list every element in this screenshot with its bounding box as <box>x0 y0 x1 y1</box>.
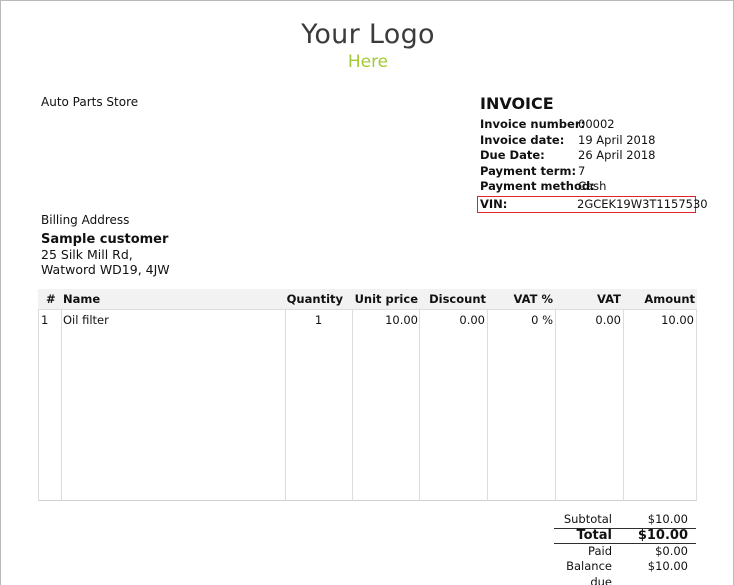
invoice-date-row: Invoice date: 19 April 2018 <box>480 133 700 149</box>
invoice-title: INVOICE <box>480 94 554 113</box>
payment-method-label: Payment method: <box>480 179 595 193</box>
invoice-details: INVOICE Invoice number: 00002 Invoice da… <box>477 94 708 213</box>
company-name: Auto Parts Store <box>41 95 139 109</box>
payment-method-row: Payment method: Cash <box>480 179 700 195</box>
row-number: 1 <box>41 313 49 327</box>
logo-sub-text: Here <box>347 52 389 72</box>
payment-term-label: Payment term: <box>480 163 577 178</box>
row-vat: 0.00 <box>595 313 621 327</box>
row-vat-percent: 0 % <box>531 313 553 327</box>
header-unit-price: Unit price <box>354 292 418 306</box>
column-divider <box>285 310 286 501</box>
balance-due-value: $10.00 <box>647 559 688 573</box>
items-table: # Name Quantity Unit price Discount VAT … <box>38 289 697 501</box>
table-border-right <box>696 310 697 501</box>
totals-block: Subtotal $10.00 Total $10.00 Paid $0.00 … <box>554 512 696 585</box>
column-divider <box>352 310 353 501</box>
vin-value: 2GCEK19W3T1157530 <box>577 196 708 211</box>
customer-name: Sample customer <box>41 232 169 247</box>
invoice-number-row: Invoice number: 00002 <box>480 117 700 133</box>
column-divider <box>623 310 624 501</box>
vin-label: VIN: <box>480 196 508 211</box>
header-amount: Amount <box>644 292 695 306</box>
invoice-date-value: 19 April 2018 <box>578 132 656 147</box>
header-name: Name <box>63 292 101 306</box>
table-border-left <box>38 310 39 501</box>
paid-value: $0.00 <box>655 543 688 558</box>
subtotal-value: $10.00 <box>647 512 688 526</box>
due-date-row: Due Date: 26 April 2018 <box>480 148 700 164</box>
row-quantity: 1 <box>314 313 323 327</box>
billing-address: Billing Address Sample customer 25 Silk … <box>41 212 170 277</box>
address-line-2: Watword WD19, 4JW <box>41 262 170 277</box>
logo-main-text: Your Logo <box>301 19 435 50</box>
address-line-1: 25 Silk Mill Rd, <box>41 247 133 262</box>
header-vat-percent: VAT % <box>513 292 554 306</box>
total-value: $10.00 <box>637 527 688 543</box>
payment-method-value: Cash <box>578 179 607 193</box>
column-divider <box>419 310 420 501</box>
paid-label: Paid <box>588 543 612 558</box>
column-divider <box>61 310 62 501</box>
row-amount: 10.00 <box>661 313 694 327</box>
due-date-label: Due Date: <box>480 148 545 162</box>
invoice-page: Your Logo Here Auto Parts Store INVOICE … <box>0 0 734 585</box>
payment-term-value: 7 <box>578 163 586 178</box>
header-discount: Discount <box>429 292 486 306</box>
subtotal-label: Subtotal <box>563 512 612 526</box>
balance-due-row: Balance due $10.00 <box>554 559 696 585</box>
vin-row-highlighted: VIN: 2GCEK19W3T1157530 <box>477 195 708 213</box>
row-discount: 0.00 <box>459 313 485 327</box>
column-divider <box>487 310 488 501</box>
total-row: Total $10.00 <box>554 527 696 544</box>
total-label: Total <box>576 527 612 543</box>
payment-term-row: Payment term: 7 <box>480 164 700 180</box>
logo: Your Logo Here <box>1 19 733 73</box>
row-name: Oil filter <box>63 313 109 327</box>
row-unit-price: 10.00 <box>385 313 418 327</box>
header-quantity: Quantity <box>286 292 343 306</box>
invoice-date-label: Invoice date: <box>480 132 565 147</box>
balance-due-label: Balance due <box>566 559 612 585</box>
column-divider <box>555 310 556 501</box>
paid-row: Paid $0.00 <box>554 544 696 560</box>
invoice-number-label: Invoice number: <box>480 117 586 131</box>
header-number: # <box>46 292 56 306</box>
due-date-value: 26 April 2018 <box>578 148 656 162</box>
header-vat: VAT <box>597 292 621 306</box>
billing-title: Billing Address <box>41 213 130 227</box>
invoice-number-value: 00002 <box>578 117 615 131</box>
subtotal-row: Subtotal $10.00 <box>554 512 696 528</box>
